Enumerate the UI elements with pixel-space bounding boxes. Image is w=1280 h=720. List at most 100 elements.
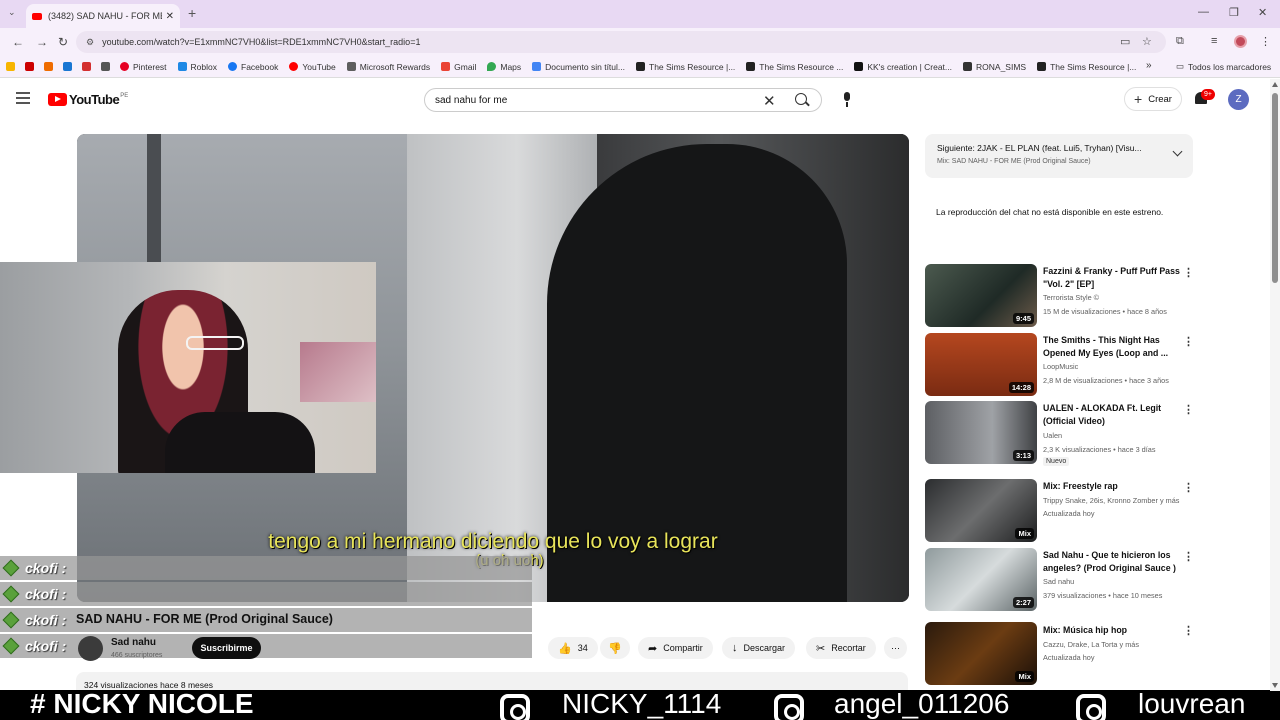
bookmark-pinterest[interactable]: Pinterest <box>120 62 167 72</box>
all-bookmarks-folder[interactable]: ▭ Todos los marcadores <box>1176 61 1271 72</box>
more-options-icon[interactable]: ⋮ <box>1183 266 1194 279</box>
scroll-down-icon[interactable] <box>1272 683 1278 688</box>
bookmark-rona-sims[interactable]: RONA_SIMS <box>963 62 1026 72</box>
video-thumbnail[interactable]: 14:28 <box>925 333 1037 396</box>
bookmark-app-icon[interactable] <box>25 62 34 71</box>
video-thumbnail[interactable]: Mix <box>925 622 1037 685</box>
chat-username: ckofi : <box>25 586 67 602</box>
menu-kebab-icon[interactable]: ⋮ <box>1260 35 1271 48</box>
reading-list-icon[interactable]: ≡ <box>1211 35 1217 47</box>
bookmark-app-icon[interactable] <box>6 62 15 71</box>
restore-icon[interactable]: ❐ <box>1229 6 1239 19</box>
subscribe-button[interactable]: Suscribirme <box>192 637 261 659</box>
apps-grid-icon[interactable] <box>101 62 110 71</box>
voice-search-icon[interactable] <box>839 90 855 110</box>
cast-icon[interactable]: ▭ <box>1120 35 1130 48</box>
youtube-logo[interactable]: YouTube PE <box>48 92 128 107</box>
bookmark-sims-resource[interactable]: The Sims Resource |... <box>1037 62 1136 72</box>
rona-sims-icon <box>963 62 973 71</box>
more-options-icon[interactable]: ⋮ <box>1183 335 1194 348</box>
search-input[interactable]: sad nahu for me ✕ <box>424 88 822 112</box>
bookmark-maps[interactable]: Maps <box>487 62 521 72</box>
recommended-channel[interactable]: LoopMusic <box>1043 361 1193 372</box>
recommended-video[interactable]: 9:45 Fazzini & Franky - Puff Puff Pass "… <box>925 264 1195 328</box>
forward-icon[interactable]: → <box>36 35 48 49</box>
share-button[interactable]: ➦ Compartir <box>638 637 713 659</box>
chevron-down-icon[interactable] <box>1172 146 1183 157</box>
recommended-title[interactable]: The Smiths - This Night Has Opened My Ey… <box>1043 334 1181 359</box>
instagram-icon <box>774 694 804 720</box>
more-options-icon[interactable]: ⋮ <box>1183 624 1194 637</box>
bookmark-app-icon[interactable] <box>82 62 91 71</box>
more-options-icon[interactable]: ⋮ <box>1183 550 1194 563</box>
bookmarks-overflow-icon[interactable]: » <box>1146 60 1152 71</box>
bookmark-kk-creation[interactable]: KK's creation | Creat... <box>854 62 952 72</box>
bookmark-roblox[interactable]: Roblox <box>177 62 217 72</box>
bookmark-microsoft-rewards[interactable]: Microsoft Rewards <box>346 62 430 72</box>
bookmark-app-icon[interactable] <box>63 62 72 71</box>
recommended-channel[interactable]: Ualen <box>1043 430 1193 441</box>
recommended-channel[interactable]: Terrorista Style © <box>1043 292 1193 303</box>
recommended-title[interactable]: Sad Nahu - Que te hicieron los angeles? … <box>1043 549 1181 574</box>
close-window-icon[interactable]: ✕ <box>1258 6 1267 19</box>
browser-profile-avatar[interactable] <box>1234 35 1247 48</box>
like-button[interactable]: 👍 34 <box>548 637 598 659</box>
video-thumbnail[interactable]: 2:27 <box>925 548 1037 611</box>
recommended-title[interactable]: Fazzini & Franky - Puff Puff Pass "Vol. … <box>1043 265 1181 290</box>
back-icon[interactable]: ← <box>12 35 24 49</box>
clear-search-icon[interactable]: ✕ <box>763 92 776 110</box>
recommended-mix[interactable]: Mix Mix: Freestyle rap Trippy Snake, 26i… <box>925 479 1195 543</box>
reload-icon[interactable]: ↻ <box>58 35 68 49</box>
tab-title: (3482) SAD NAHU - FOR ME <box>48 11 162 21</box>
bookmark-facebook[interactable]: Facebook <box>228 62 278 72</box>
search-value: sad nahu for me <box>435 94 508 106</box>
hamburger-menu-icon[interactable] <box>16 92 30 104</box>
new-tab-button[interactable]: + <box>188 5 196 21</box>
video-duration: 3:13 <box>1012 450 1034 461</box>
search-icon[interactable] <box>795 93 807 105</box>
more-options-icon[interactable]: ⋮ <box>1183 403 1194 416</box>
bookmark-youtube[interactable]: YouTube <box>289 62 336 72</box>
bookmark-app-icon[interactable] <box>44 62 53 71</box>
create-button[interactable]: + Crear <box>1124 87 1182 111</box>
scroll-up-icon[interactable] <box>1272 82 1278 87</box>
bookmark-star-icon[interactable]: ☆ <box>1142 35 1152 48</box>
omnibox[interactable]: ⚙ youtube.com/watch?v=E1xmmNC7VH0&list=R… <box>76 31 1166 53</box>
bookmark-docs[interactable]: Documento sin títul... <box>532 62 625 72</box>
recommended-channel[interactable]: Cazzu, Drake, La Torta y más <box>1043 639 1193 650</box>
recommended-video[interactable]: 2:27 Sad Nahu - Que te hicieron los ange… <box>925 548 1195 612</box>
browser-tab-active[interactable]: (3482) SAD NAHU - FOR ME ✕ <box>26 4 180 28</box>
channel-avatar[interactable] <box>78 636 103 661</box>
video-subtitle: tengo a mi hermano diciendo que lo voy a… <box>268 530 718 553</box>
tab-search-icon[interactable]: ⌄ <box>8 7 16 18</box>
bookmark-gmail[interactable]: Gmail <box>441 62 476 72</box>
bookmark-sims-resource[interactable]: The Sims Resource |... <box>636 62 735 72</box>
more-actions-button[interactable]: ⋯ <box>884 637 907 659</box>
webcam-streamer-shirt <box>165 412 315 473</box>
account-avatar[interactable]: Z <box>1228 89 1249 110</box>
recommended-video[interactable]: 3:13 UALEN - ALOKADA Ft. Legit (Official… <box>925 401 1195 466</box>
minimize-icon[interactable]: — <box>1198 6 1209 18</box>
site-info-icon[interactable]: ⚙ <box>86 37 94 48</box>
scrollbar-thumb[interactable] <box>1272 93 1278 283</box>
up-next-panel[interactable]: Siguiente: 2JAK - EL PLAN (feat. Lui5, T… <box>925 134 1193 178</box>
recommended-video[interactable]: 14:28 The Smiths - This Night Has Opened… <box>925 333 1195 397</box>
page-scrollbar[interactable] <box>1270 79 1280 691</box>
recommended-title[interactable]: Mix: Música hip hop <box>1043 624 1181 637</box>
recommended-channel[interactable]: Trippy Snake, 26is, Kronno Zomber y más <box>1043 495 1193 506</box>
video-thumbnail[interactable]: 3:13 <box>925 401 1037 464</box>
more-options-icon[interactable]: ⋮ <box>1183 481 1194 494</box>
channel-name[interactable]: Sad nahu <box>111 637 156 648</box>
recommended-mix[interactable]: Mix Mix: Música hip hop Cazzu, Drake, La… <box>925 622 1195 686</box>
recommended-channel[interactable]: Sad nahu <box>1043 576 1193 587</box>
dislike-button[interactable]: 👎 <box>600 637 630 659</box>
recommended-title[interactable]: UALEN - ALOKADA Ft. Legit (Official Vide… <box>1043 402 1181 427</box>
download-button[interactable]: ↓ Descargar <box>722 637 796 659</box>
clip-button[interactable]: ✂ Recortar <box>806 637 876 659</box>
bookmark-sims-resource[interactable]: The Sims Resource ... <box>746 62 843 72</box>
extensions-icon[interactable]: ⧉ <box>1176 35 1184 48</box>
tab-close-icon[interactable]: ✕ <box>166 11 174 22</box>
recommended-title[interactable]: Mix: Freestyle rap <box>1043 480 1181 493</box>
video-thumbnail[interactable]: 9:45 <box>925 264 1037 327</box>
video-thumbnail[interactable]: Mix <box>925 479 1037 542</box>
